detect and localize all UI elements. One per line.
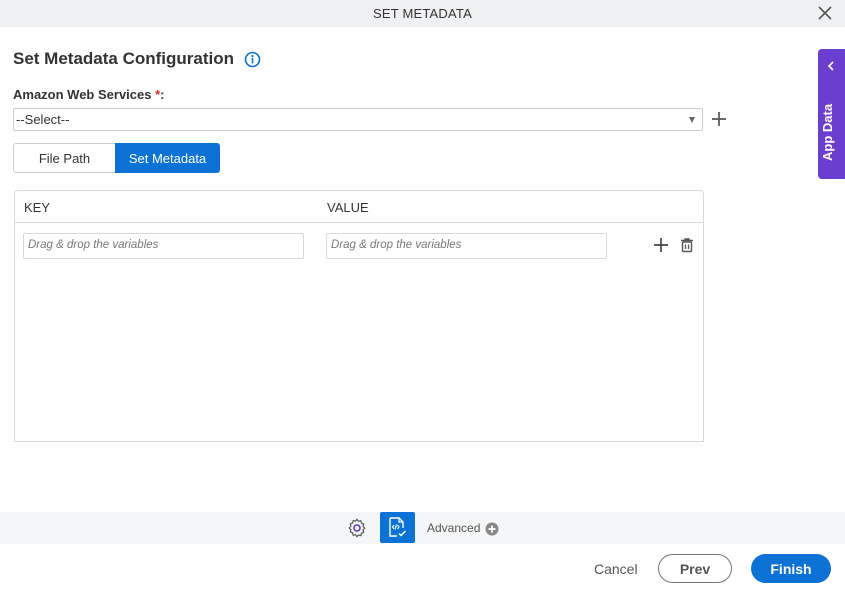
label-colon: : <box>160 87 165 102</box>
column-value: VALUE <box>327 200 369 215</box>
dialog-title-bar: SET METADATA <box>0 0 845 27</box>
aws-label: Amazon Web Services *: <box>13 87 165 102</box>
cancel-button[interactable]: Cancel <box>594 561 638 577</box>
close-icon[interactable] <box>817 5 833 21</box>
page-title: Set Metadata Configuration <box>13 49 235 68</box>
metadata-grid: KEY VALUE Drag & drop the variables Drag… <box>14 190 704 442</box>
dropdown-caret-icon <box>689 117 695 123</box>
add-row-plus-icon[interactable] <box>653 237 669 253</box>
add-aws-plus-icon[interactable] <box>711 111 727 127</box>
code-file-check-icon <box>389 517 407 537</box>
tab-file-path[interactable]: File Path <box>13 143 115 173</box>
key-input[interactable]: Drag & drop the variables <box>23 233 304 259</box>
prev-button[interactable]: Prev <box>658 554 732 583</box>
gear-icon[interactable] <box>346 517 368 539</box>
aws-select[interactable]: --Select-- <box>13 108 703 131</box>
advanced-plus-icon[interactable] <box>485 522 499 536</box>
info-icon[interactable] <box>244 51 261 68</box>
column-key: KEY <box>24 200 51 215</box>
aws-select-value: --Select-- <box>16 112 70 127</box>
grid-header: KEY VALUE <box>15 191 703 223</box>
delete-trash-icon[interactable] <box>679 237 695 253</box>
code-view-button[interactable] <box>380 512 415 543</box>
dialog-title: SET METADATA <box>373 6 472 21</box>
tab-group: File Path Set Metadata <box>13 143 220 173</box>
chevron-left-icon <box>827 61 834 71</box>
app-data-panel-toggle[interactable]: App Data <box>818 49 845 179</box>
tab-set-metadata[interactable]: Set Metadata <box>115 143 220 173</box>
finish-button[interactable]: Finish <box>751 554 831 583</box>
bottom-toolbar <box>0 512 845 544</box>
aws-label-text: Amazon Web Services <box>13 87 152 102</box>
value-input[interactable]: Drag & drop the variables <box>326 233 607 259</box>
app-data-label: App Data <box>820 103 835 161</box>
advanced-toggle[interactable]: Advanced <box>427 521 480 535</box>
